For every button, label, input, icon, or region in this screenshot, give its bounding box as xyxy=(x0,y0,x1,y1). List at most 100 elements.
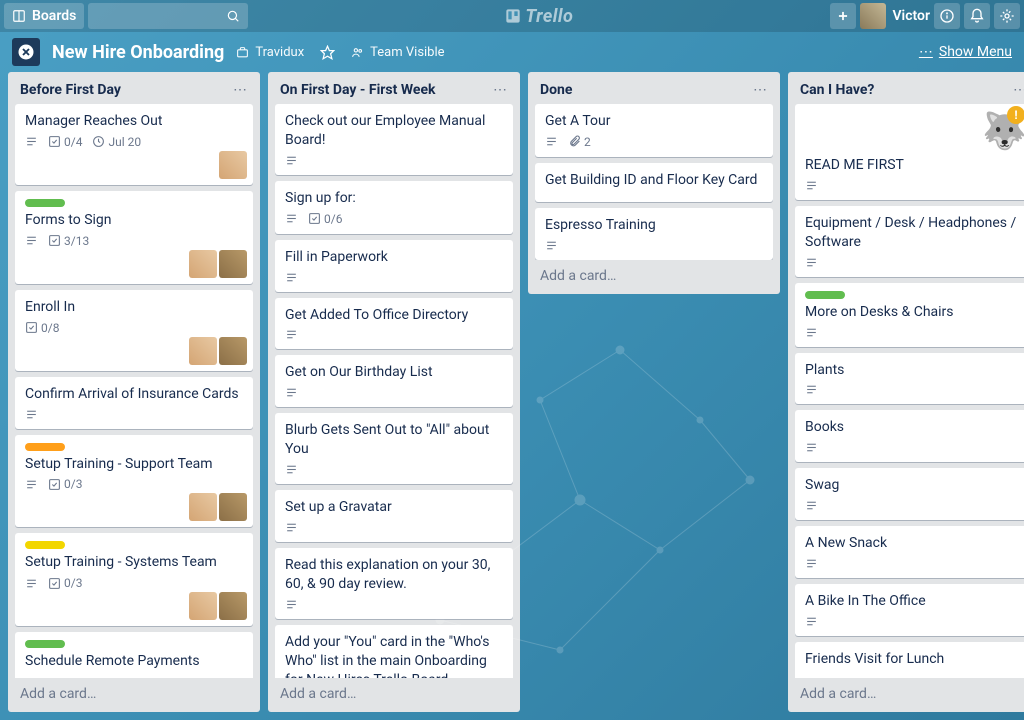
list-menu-button[interactable]: ⋯ xyxy=(233,82,248,98)
boards-button[interactable]: Boards xyxy=(4,3,84,29)
card[interactable]: A Bike In The Office xyxy=(795,584,1024,636)
list-title[interactable]: On First Day - First Week xyxy=(280,82,435,98)
card[interactable]: READ ME FIRST🐺! xyxy=(795,104,1024,200)
member-avatar[interactable] xyxy=(189,250,217,278)
add-card-button[interactable]: Add a card… xyxy=(794,678,1024,706)
board-canvas[interactable]: Before First Day⋯Manager Reaches Out0/4J… xyxy=(0,72,1024,720)
card-title: Espresso Training xyxy=(545,216,763,235)
card[interactable]: Add your "You" card in the "Who's Who" l… xyxy=(275,625,513,678)
card[interactable]: Get Building ID and Floor Key Card xyxy=(535,163,773,202)
due-badge: Jul 20 xyxy=(92,135,141,149)
card[interactable]: Check out our Employee Manual Board! xyxy=(275,104,513,175)
add-card-button[interactable]: Add a card… xyxy=(14,678,254,706)
add-card-button[interactable]: Add a card… xyxy=(274,678,514,706)
card[interactable]: Equipment / Desk / Headphones / Software xyxy=(795,206,1024,277)
card[interactable]: Setup Training - Support Team0/3 xyxy=(15,435,253,528)
card[interactable]: Read this explanation on your 30, 60, & … xyxy=(275,548,513,619)
card-title: A Bike In The Office xyxy=(805,592,1023,611)
card-badges: 2 xyxy=(545,135,763,149)
description-badge xyxy=(285,328,298,341)
star-button[interactable] xyxy=(316,41,339,64)
list-menu-button[interactable]: ⋯ xyxy=(753,82,768,98)
card-badges xyxy=(805,499,1023,512)
card[interactable]: Fill in Paperwork xyxy=(275,240,513,292)
global-header: Boards Trello Victor xyxy=(0,0,1024,32)
checklist-badge: 0/4 xyxy=(48,135,82,149)
description-badge xyxy=(805,557,818,570)
list-menu-button[interactable]: ⋯ xyxy=(1013,82,1024,98)
description-badge xyxy=(805,441,818,454)
card-members xyxy=(189,250,247,278)
user-menu[interactable]: Victor xyxy=(860,3,930,29)
member-avatar[interactable] xyxy=(219,151,247,179)
card[interactable]: A New Snack xyxy=(795,526,1024,578)
card-title: Friends Visit for Lunch xyxy=(805,650,1023,669)
card-badges xyxy=(285,154,503,167)
card[interactable]: Get A Tour2 xyxy=(535,104,773,157)
label-green xyxy=(805,291,845,299)
card-title: More on Desks & Chairs xyxy=(805,303,1023,322)
card[interactable]: Blurb Gets Sent Out to "All" about You xyxy=(275,413,513,484)
member-avatar[interactable] xyxy=(219,493,247,521)
list-menu-button[interactable]: ⋯ xyxy=(493,82,508,98)
card[interactable]: Set up a Gravatar xyxy=(275,490,513,542)
logo[interactable]: Trello xyxy=(252,6,826,27)
card[interactable]: Confirm Arrival of Insurance Cards xyxy=(15,377,253,429)
description-badge xyxy=(25,234,38,247)
list: Done ⋯ Get A Tour2 Get Building ID and Floo… xyxy=(528,72,780,294)
member-avatar[interactable] xyxy=(219,250,247,278)
card[interactable]: Get on Our Birthday List xyxy=(275,355,513,407)
description-badge xyxy=(805,383,818,396)
visibility-button[interactable]: Team Visible xyxy=(351,45,444,60)
description-badge xyxy=(25,408,38,421)
board-title[interactable]: New Hire Onboarding xyxy=(52,42,224,63)
card[interactable]: Forms to Sign3/13 xyxy=(15,191,253,284)
list-title[interactable]: Done xyxy=(540,82,572,98)
card-title: A New Snack xyxy=(805,534,1023,553)
notifications-button[interactable] xyxy=(964,3,990,29)
board-header: New Hire Onboarding Travidux Team Visibl… xyxy=(0,32,1024,72)
husky-sticker: 🐺! xyxy=(982,110,1024,152)
card[interactable]: Schedule Remote Payments xyxy=(15,632,253,678)
description-badge xyxy=(285,154,298,167)
cards-container: Check out our Employee Manual Board! Sign… xyxy=(274,104,514,678)
card-members xyxy=(189,337,247,365)
card[interactable]: Sign up for:0/6 xyxy=(275,181,513,234)
org-link[interactable]: Travidux xyxy=(236,45,304,60)
list-title[interactable]: Can I Have? xyxy=(800,82,874,98)
card[interactable]: Friends Visit for Lunch xyxy=(795,642,1024,678)
card[interactable]: Get Added To Office Directory xyxy=(275,298,513,350)
show-menu-button[interactable]: ⋯ Show Menu xyxy=(919,44,1012,60)
member-avatar[interactable] xyxy=(189,493,217,521)
card[interactable]: More on Desks & Chairs xyxy=(795,283,1024,347)
card[interactable]: Enroll In0/8 xyxy=(15,290,253,371)
card-members xyxy=(189,493,247,521)
card-badges xyxy=(285,463,503,476)
description-badge xyxy=(25,577,38,590)
info-button[interactable] xyxy=(934,3,960,29)
label-yellow xyxy=(25,541,65,549)
settings-button[interactable] xyxy=(994,3,1020,29)
member-avatar[interactable] xyxy=(189,592,217,620)
cards-container: Get A Tour2 Get Building ID and Floor Key… xyxy=(534,104,774,260)
card[interactable]: Books xyxy=(795,410,1024,462)
card-badges xyxy=(285,386,503,399)
add-card-button[interactable]: Add a card… xyxy=(534,260,774,288)
member-avatar[interactable] xyxy=(219,592,247,620)
card[interactable]: Plants xyxy=(795,353,1024,405)
card-badges xyxy=(805,557,1023,570)
card-title: Read this explanation on your 30, 60, & … xyxy=(285,556,503,594)
close-x-icon xyxy=(17,43,35,61)
card[interactable]: Setup Training - Systems Team0/3 xyxy=(15,533,253,626)
member-avatar[interactable] xyxy=(189,337,217,365)
list-title[interactable]: Before First Day xyxy=(20,82,121,98)
member-avatar[interactable] xyxy=(219,337,247,365)
card[interactable]: Manager Reaches Out0/4Jul 20 xyxy=(15,104,253,185)
card-title: Enroll In xyxy=(25,298,243,317)
search-input[interactable] xyxy=(88,3,248,29)
search-icon xyxy=(226,9,240,23)
ellipsis-icon: ⋯ xyxy=(919,44,933,60)
card[interactable]: Swag xyxy=(795,468,1024,520)
create-button[interactable] xyxy=(830,3,856,29)
card[interactable]: Espresso Training xyxy=(535,208,773,260)
